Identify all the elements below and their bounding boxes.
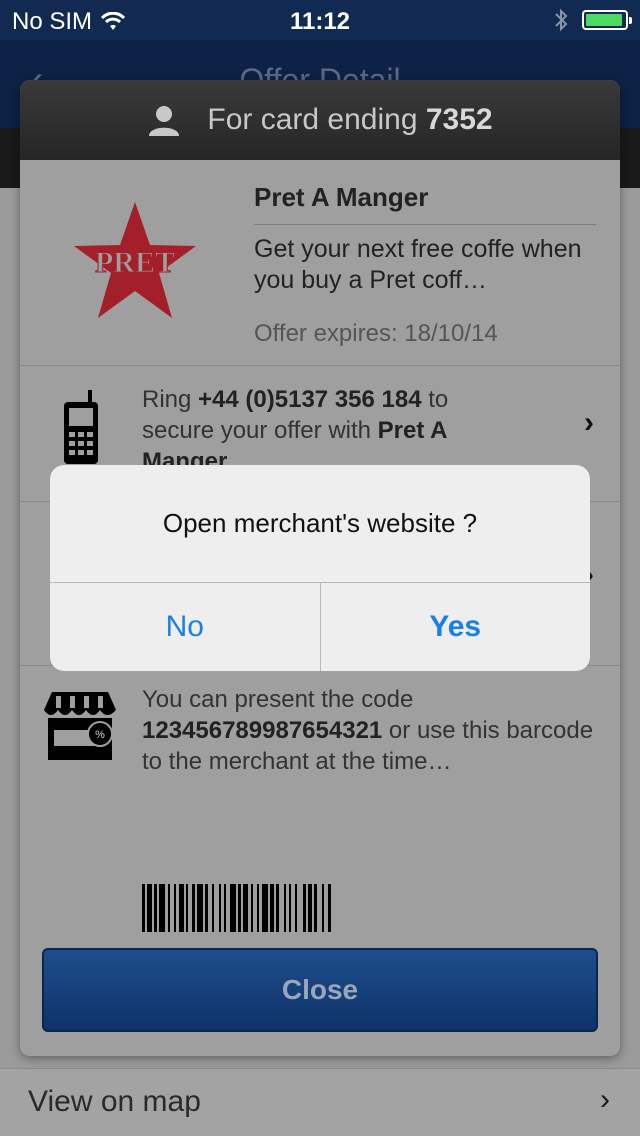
card-header-title: For card ending 7352 xyxy=(207,103,492,137)
barcode-bar xyxy=(303,884,306,932)
merchant-name: Pret A Manger xyxy=(254,182,429,212)
barcode-bar xyxy=(174,884,176,932)
phone-number: +44 (0)5137 356 184 xyxy=(198,386,422,413)
barcode-bar xyxy=(284,884,286,932)
barcode-bar xyxy=(154,884,157,932)
barcode-bar xyxy=(147,884,152,932)
card-last-digits: 7352 xyxy=(425,103,493,136)
divider xyxy=(254,224,596,225)
barcode-bar xyxy=(262,884,268,932)
barcode-bar xyxy=(289,884,291,932)
battery-icon xyxy=(582,10,632,30)
user-icon xyxy=(149,106,180,136)
barcode-bar xyxy=(328,884,331,932)
merchant-section: PRET Pret A Manger Get your next free co… xyxy=(20,160,620,366)
view-on-map-row: View on map › xyxy=(0,1068,640,1136)
barcode-bar xyxy=(142,884,145,932)
barcode-bar xyxy=(219,884,221,932)
barcode-bar xyxy=(192,884,195,932)
barcode-bar xyxy=(276,884,279,932)
barcode-bar xyxy=(251,884,253,932)
svg-text:%: % xyxy=(95,729,105,741)
barcode-bar xyxy=(230,884,236,932)
barcode-bar xyxy=(270,884,274,932)
barcode-bar xyxy=(238,884,241,932)
view-on-map-label: View on map xyxy=(28,1085,201,1118)
barcode-bar xyxy=(212,884,214,932)
barcode-bar xyxy=(257,884,259,932)
battery-level xyxy=(586,14,623,26)
chevron-right-icon: › xyxy=(584,406,594,439)
barcode-bar xyxy=(205,884,208,932)
no-button[interactable]: No xyxy=(50,583,320,671)
store-icon: % xyxy=(44,692,116,760)
alert-dialog: Open merchant's website ? No Yes xyxy=(50,465,590,671)
yes-button[interactable]: Yes xyxy=(319,583,591,671)
barcode xyxy=(142,884,331,932)
barcode-bar xyxy=(179,884,184,932)
barcode-bar xyxy=(308,884,312,932)
store-instructions: You can present the code 123456789987654… xyxy=(142,684,602,777)
close-button[interactable]: Close xyxy=(42,948,598,1032)
offer-description: Get your next free coffe when you buy a … xyxy=(254,235,582,294)
barcode-bar xyxy=(168,884,170,932)
offer-code: 123456789987654321 xyxy=(142,717,383,744)
store-text-before: You can present the code xyxy=(142,686,414,713)
phone-text-before: Ring xyxy=(142,386,199,413)
mobile-phone-icon xyxy=(64,390,98,464)
barcode-bar xyxy=(224,884,226,932)
barcode-bar xyxy=(243,884,248,932)
barcode-bar xyxy=(314,884,317,932)
barcode-bar xyxy=(197,884,203,932)
alert-buttons: No Yes xyxy=(50,583,590,671)
barcode-bar xyxy=(295,884,297,932)
status-bar: No SIM 11:12 xyxy=(0,0,640,40)
logo-text: PRET xyxy=(95,246,175,279)
alert-message: Open merchant's website ? xyxy=(50,465,590,583)
card-header-prefix: For card ending xyxy=(207,103,426,136)
clock: 11:12 xyxy=(289,8,351,35)
card-header: For card ending 7352 xyxy=(20,80,620,160)
pret-logo: PRET xyxy=(74,202,196,318)
barcode-bar xyxy=(186,884,188,932)
bluetooth-icon xyxy=(555,8,568,32)
phone-instructions: Ring +44 (0)5137 356 184 to secure your … xyxy=(142,384,502,474)
chevron-right-icon: › xyxy=(600,1083,610,1116)
barcode-bar xyxy=(159,884,165,932)
offer-expiry: Offer expires: 18/10/14 xyxy=(254,320,498,347)
barcode-bar xyxy=(322,884,324,932)
